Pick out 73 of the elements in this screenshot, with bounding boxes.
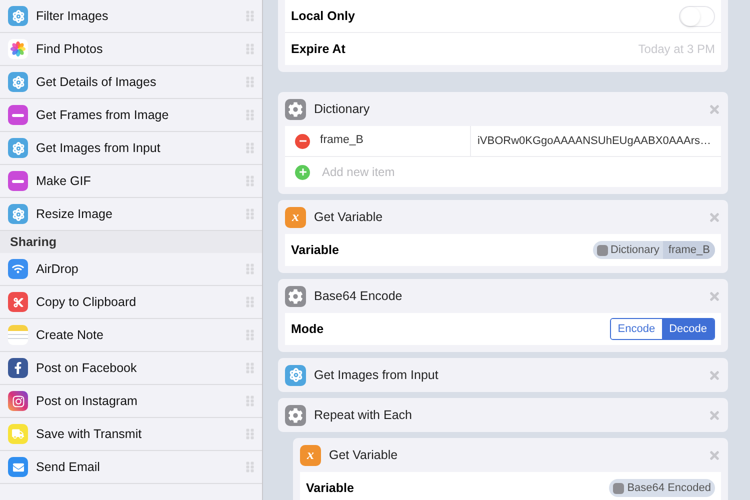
- dictionary-value[interactable]: iVBORw0KGgoAAAANSUhEUgAABX0AAArs…: [470, 126, 711, 156]
- drag-handle-icon[interactable]: [244, 109, 256, 121]
- airdrop-icon: [8, 259, 28, 279]
- atom-icon: [8, 72, 28, 92]
- dictionary-key[interactable]: frame_B: [320, 132, 470, 150]
- field-label: Local Only: [291, 8, 355, 25]
- drag-handle-icon[interactable]: [244, 362, 256, 374]
- drag-handle-icon[interactable]: [244, 142, 256, 154]
- drag-handle-icon[interactable]: [244, 395, 256, 407]
- drag-handle-icon[interactable]: [244, 10, 256, 22]
- drag-handle-icon[interactable]: [244, 43, 256, 55]
- notepad-icon: [8, 325, 28, 345]
- action-list-item[interactable]: Get Frames from Image: [0, 99, 262, 132]
- action-title: Dictionary: [314, 100, 370, 118]
- action-list-item[interactable]: Post on Instagram: [0, 385, 262, 418]
- action-list-item[interactable]: Create Note: [0, 319, 262, 352]
- close-button[interactable]: [708, 368, 721, 382]
- film-strip-icon: [8, 171, 28, 191]
- remove-icon[interactable]: [295, 134, 310, 148]
- close-button[interactable]: [708, 408, 721, 422]
- drag-handle-icon[interactable]: [244, 76, 256, 88]
- action-title: Repeat with Each: [314, 406, 412, 424]
- action-list-item[interactable]: Filter Images: [0, 0, 262, 33]
- close-button[interactable]: [708, 290, 721, 302]
- atom-icon: [285, 364, 306, 386]
- variable-token[interactable]: Base64 Encoded: [609, 479, 715, 497]
- close-button[interactable]: [708, 102, 721, 116]
- drag-handle-icon[interactable]: [244, 175, 256, 187]
- action-list-item[interactable]: Get Images from Input: [0, 132, 262, 165]
- token-label: Dictionary: [610, 242, 660, 258]
- drag-handle-icon[interactable]: [244, 296, 256, 308]
- atom-icon: [8, 6, 28, 26]
- action-list-item[interactable]: Get Details of Images: [0, 66, 262, 99]
- action-list-item[interactable]: Post on Facebook: [0, 352, 262, 385]
- variable-token[interactable]: Dictionary frame_B: [592, 241, 715, 259]
- truck-icon: [8, 424, 28, 444]
- toggle-switch[interactable]: [679, 6, 715, 26]
- action-list-item[interactable]: Send Email: [0, 451, 262, 484]
- field-label: Variable: [291, 242, 339, 259]
- segment-option[interactable]: Decode: [662, 319, 714, 339]
- action-title: Get Variable: [329, 446, 398, 464]
- action-list-item[interactable]: AirDrop: [0, 253, 262, 286]
- film-strip-icon: [8, 105, 28, 125]
- drag-handle-icon[interactable]: [244, 428, 256, 440]
- field-label: Variable: [306, 480, 354, 497]
- variable-icon: x: [285, 206, 306, 228]
- instagram-icon: [8, 391, 28, 411]
- flower-icon: [8, 39, 28, 59]
- add-icon[interactable]: [295, 164, 310, 180]
- token-key: frame_B: [663, 241, 715, 259]
- action-title: Get Images from Input: [314, 366, 438, 384]
- close-button[interactable]: [708, 210, 721, 224]
- atom-icon: [8, 138, 28, 158]
- action-list-item[interactable]: Save with Transmit: [0, 418, 262, 451]
- envelope-icon: [8, 457, 28, 477]
- action-list-item[interactable]: Make GIF: [0, 165, 262, 198]
- section-header: Sharing: [0, 231, 262, 253]
- facebook-icon: [8, 358, 28, 378]
- field-label: Expire At: [291, 40, 346, 58]
- variable-icon: x: [300, 444, 321, 466]
- drag-handle-icon[interactable]: [244, 208, 256, 220]
- scissors-icon: [8, 292, 28, 312]
- field-label: Mode: [291, 320, 324, 338]
- action-list-item[interactable]: Find Photos: [0, 33, 262, 66]
- token-label: Base64 Encoded: [627, 480, 711, 496]
- drag-handle-icon[interactable]: [244, 461, 256, 473]
- action-list-item[interactable]: Copy to Clipboard: [0, 286, 262, 319]
- drag-handle-icon[interactable]: [244, 329, 256, 341]
- close-button[interactable]: [708, 448, 721, 462]
- action-title: Get Variable: [314, 208, 383, 226]
- drag-handle-icon[interactable]: [244, 263, 256, 275]
- atom-icon: [8, 204, 28, 224]
- action-title: Base64 Encode: [314, 288, 402, 305]
